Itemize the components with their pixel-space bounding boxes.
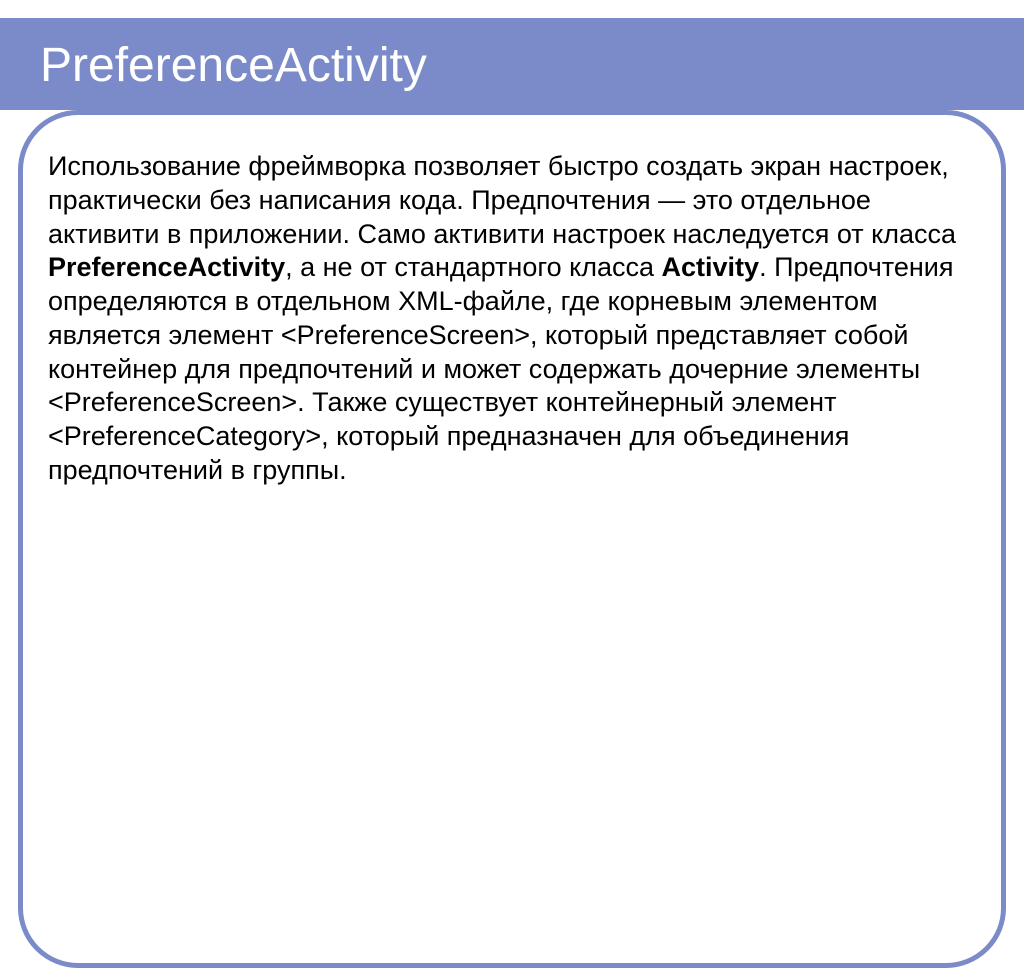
body-text-3: . Предпочтения определяются в отдельном … xyxy=(48,252,953,485)
slide-title: PreferenceActivity xyxy=(40,38,427,93)
body-bold-2: Activity xyxy=(662,252,760,282)
body-text-1: Использование фреймворка позволяет быстр… xyxy=(48,151,956,249)
body-bold-1: PreferenceActivity xyxy=(48,252,285,282)
slide-body: Использование фреймворка позволяет быстр… xyxy=(48,150,976,488)
body-text-2: , а не от стандартного класса xyxy=(285,252,661,282)
